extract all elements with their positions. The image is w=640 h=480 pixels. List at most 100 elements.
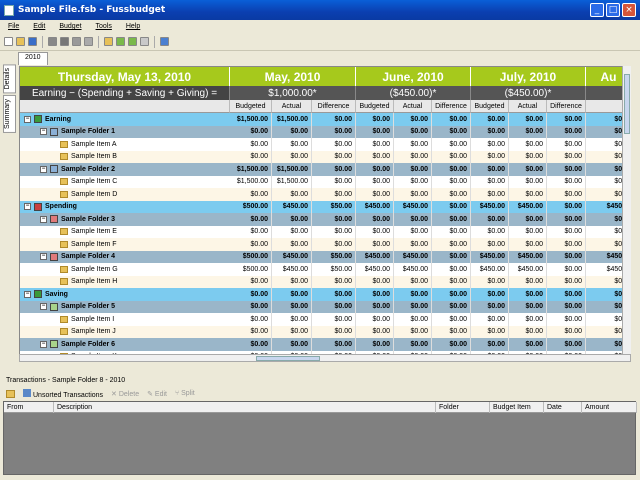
value-cell[interactable]: $0.00: [509, 275, 547, 288]
menu-file[interactable]: File: [8, 23, 19, 30]
value-cell[interactable]: $0.00: [272, 325, 312, 338]
budget-item-row[interactable]: Sample Item J $0.00 $0.00 $0.00 $0.00 $0.00 $0…: [20, 325, 630, 338]
value-cell[interactable]: $0.00: [547, 200, 586, 213]
value-cell[interactable]: $0.00: [230, 188, 272, 201]
value-cell[interactable]: $0.00: [356, 338, 394, 351]
value-cell[interactable]: $0.00: [471, 213, 509, 226]
col-description[interactable]: Description: [54, 402, 436, 413]
value-cell[interactable]: $0.00: [547, 250, 586, 263]
value-cell[interactable]: $0.00: [356, 175, 394, 188]
value-cell[interactable]: $0.00: [272, 225, 312, 238]
value-cell[interactable]: $0.00: [509, 163, 547, 176]
value-cell[interactable]: $0.00: [432, 250, 471, 263]
vertical-scroll-thumb[interactable]: [624, 74, 630, 134]
value-cell[interactable]: $0.00: [509, 325, 547, 338]
value-cell[interactable]: $0.00: [230, 150, 272, 163]
value-cell[interactable]: $0.00: [509, 188, 547, 201]
column-header[interactable]: Actual: [394, 100, 432, 113]
value-cell[interactable]: $450.00: [471, 263, 509, 276]
value-cell[interactable]: $0.00: [432, 200, 471, 213]
value-cell[interactable]: $0.00: [394, 138, 432, 151]
save-icon[interactable]: [28, 37, 37, 46]
value-cell[interactable]: $0.00: [272, 338, 312, 351]
folder-row[interactable]: − Sample Folder 3 $0.00 $0.00 $0.00 $0.00 $0.0…: [20, 213, 630, 226]
collapse-toggle[interactable]: −: [40, 253, 47, 261]
value-cell[interactable]: $500.00: [230, 200, 272, 213]
value-cell[interactable]: $0.00: [312, 338, 356, 351]
value-cell[interactable]: $0.00: [230, 325, 272, 338]
value-cell[interactable]: $0.00: [312, 175, 356, 188]
col-amount[interactable]: Amount: [582, 402, 637, 413]
value-cell[interactable]: $0.00: [394, 188, 432, 201]
value-cell[interactable]: $0.00: [547, 125, 586, 138]
value-cell[interactable]: $0.00: [394, 325, 432, 338]
value-cell[interactable]: $0.00: [471, 188, 509, 201]
value-cell[interactable]: $0.00: [394, 213, 432, 226]
value-cell[interactable]: $0.00: [356, 300, 394, 313]
column-header[interactable]: Difference: [312, 100, 356, 113]
value-cell[interactable]: $0.00: [471, 325, 509, 338]
value-cell[interactable]: $450.00: [356, 263, 394, 276]
value-cell[interactable]: $0.00: [547, 300, 586, 313]
value-cell[interactable]: $0.00: [547, 238, 586, 251]
maximize-button[interactable]: □: [606, 3, 620, 17]
value-cell[interactable]: $0.00: [312, 125, 356, 138]
value-cell[interactable]: $0.00: [312, 150, 356, 163]
delete-icon[interactable]: [140, 37, 149, 46]
add-folder-icon[interactable]: [104, 37, 113, 46]
tab-summary[interactable]: Summary: [3, 95, 16, 134]
value-cell[interactable]: $0.00: [547, 325, 586, 338]
value-cell[interactable]: $0.00: [547, 313, 586, 326]
value-cell[interactable]: $0.00: [394, 238, 432, 251]
column-header[interactable]: Budgeted: [356, 100, 394, 113]
value-cell[interactable]: $450.00: [509, 200, 547, 213]
collapse-toggle[interactable]: −: [40, 165, 47, 173]
column-header[interactable]: Budgeted: [471, 100, 509, 113]
value-cell[interactable]: $0.00: [432, 113, 471, 126]
category-row[interactable]: − Spending $500.00 $450.00 $50.00 $450.00 $450…: [20, 200, 630, 213]
value-cell[interactable]: $0.00: [356, 163, 394, 176]
category-row[interactable]: − Earning $1,500.00 $1,500.00 $0.00 $0.00 $0.0…: [20, 113, 630, 126]
value-cell[interactable]: $0.00: [509, 125, 547, 138]
add-items-icon[interactable]: [128, 37, 137, 46]
value-cell[interactable]: $0.00: [356, 275, 394, 288]
column-header[interactable]: Budgeted: [230, 100, 272, 113]
budget-item-row[interactable]: Sample Item E $0.00 $0.00 $0.00 $0.00 $0.00 $0…: [20, 225, 630, 238]
value-cell[interactable]: $1,500.00: [272, 163, 312, 176]
value-cell[interactable]: $0.00: [471, 338, 509, 351]
column-header[interactable]: Difference: [432, 100, 471, 113]
value-cell[interactable]: $0.00: [230, 313, 272, 326]
menu-help[interactable]: Help: [126, 23, 140, 30]
value-cell[interactable]: $0.00: [312, 300, 356, 313]
value-cell[interactable]: $500.00: [230, 250, 272, 263]
value-cell[interactable]: $0.00: [230, 225, 272, 238]
budget-item-row[interactable]: Sample Item D $0.00 $0.00 $0.00 $0.00 $0.00 $0…: [20, 188, 630, 201]
budget-item-row[interactable]: Sample Item B $0.00 $0.00 $0.00 $0.00 $0.00 $0…: [20, 150, 630, 163]
value-cell[interactable]: $0.00: [471, 225, 509, 238]
value-cell[interactable]: $0.00: [547, 213, 586, 226]
value-cell[interactable]: $0.00: [394, 313, 432, 326]
value-cell[interactable]: $0.00: [230, 238, 272, 251]
column-header[interactable]: Actual: [509, 100, 547, 113]
value-cell[interactable]: $0.00: [432, 275, 471, 288]
collapse-toggle[interactable]: −: [40, 303, 47, 311]
value-cell[interactable]: $450.00: [394, 200, 432, 213]
budget-item-row[interactable]: Sample Item I $0.00 $0.00 $0.00 $0.00 $0.00 $0…: [20, 313, 630, 326]
value-cell[interactable]: $0.00: [356, 225, 394, 238]
budget-item-row[interactable]: Sample Item A $0.00 $0.00 $0.00 $0.00 $0.00 $0…: [20, 138, 630, 151]
value-cell[interactable]: $1,500.00: [230, 175, 272, 188]
value-cell[interactable]: $0.00: [432, 213, 471, 226]
value-cell[interactable]: $450.00: [356, 250, 394, 263]
value-cell[interactable]: $500.00: [230, 263, 272, 276]
value-cell[interactable]: $0.00: [272, 213, 312, 226]
value-cell[interactable]: $0.00: [432, 238, 471, 251]
value-cell[interactable]: $0.00: [312, 275, 356, 288]
value-cell[interactable]: $0.00: [394, 175, 432, 188]
value-cell[interactable]: $0.00: [547, 188, 586, 201]
value-cell[interactable]: $0.00: [432, 325, 471, 338]
value-cell[interactable]: $0.00: [394, 338, 432, 351]
value-cell[interactable]: $0.00: [547, 338, 586, 351]
value-cell[interactable]: $0.00: [471, 150, 509, 163]
value-cell[interactable]: $0.00: [471, 175, 509, 188]
print-icon[interactable]: [48, 37, 57, 46]
